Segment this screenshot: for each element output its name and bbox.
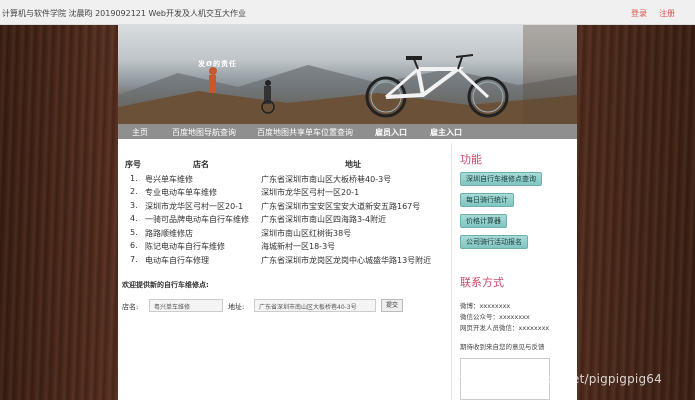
table-row-number: 6.: [130, 241, 138, 250]
repair-shop-query-button[interactable]: 深圳自行车维修点查询: [460, 172, 542, 186]
nav-baidu-map-navigation[interactable]: 百度地图导航查询: [172, 127, 236, 138]
register-link[interactable]: 注册: [659, 8, 675, 19]
watermark-text: https://blog.csdn.net/pigpigpig64: [456, 372, 662, 386]
shop-name-input[interactable]: 粤兴单车维修: [149, 299, 223, 312]
content-area: 序号 店名 地址 1. 粤兴单车维修 广东省深圳市南山区大板桥巷40-3号 2.…: [118, 139, 577, 400]
table-row-name: 陈记电动车自行车维修: [145, 242, 225, 251]
contact-weibo: 微博：xxxxxxxx: [460, 302, 511, 310]
banner-slogan: 发Ø的责任: [198, 60, 237, 68]
table-row-address: 广东省深圳市南山区大板桥巷40-3号: [261, 175, 392, 184]
login-link[interactable]: 登录: [631, 8, 647, 19]
table-row-address: 深圳市南山区红树街38号: [261, 229, 352, 238]
table-row-number: 5.: [130, 228, 138, 237]
table-row-address: 深圳市龙华区弓村一区20-1: [261, 188, 360, 197]
function-heading: 功能: [460, 153, 482, 166]
site-info: 计算机与软件学院 沈晨昀 2019092121 Web开发及人机交互大作业: [2, 9, 246, 18]
submit-button[interactable]: 提交: [381, 299, 403, 312]
table-row-address: 广东省深圳市宝安区宝安大道新安五路167号: [261, 202, 421, 211]
banner-image: 发Ø的责任: [118, 25, 577, 124]
nav-employer-entrance[interactable]: 雇主入口: [430, 127, 462, 138]
main-nav: 主页 百度地图导航查询 百度地图共享单车位置查询 雇员入口 雇主入口: [118, 124, 577, 139]
table-row-name: 粤兴单车维修: [145, 175, 193, 184]
table-row-address: 广东省深圳市龙岗区龙岗中心城盛华路13号附近: [261, 256, 432, 265]
company-ride-signup-button[interactable]: 公司骑行活动报名: [460, 235, 528, 249]
table-row-address: 广东省深圳市南山区四海路3-4附近: [261, 215, 387, 224]
col-header-shop-name: 店名: [193, 160, 209, 169]
col-header-address: 地址: [345, 160, 361, 169]
table-row-name: 路路顺维修店: [145, 229, 193, 238]
new-shop-form-title: 欢迎提供新的自行车维修点:: [122, 281, 209, 289]
daily-riding-stats-button[interactable]: 每日骑行统计: [460, 193, 514, 207]
nav-employee-entrance[interactable]: 雇员入口: [375, 127, 407, 138]
banner-bicycle-photo: [118, 25, 577, 124]
nav-baidu-map-shared-bike[interactable]: 百度地图共享单车位置查询: [257, 127, 353, 138]
main-column: 序号 店名 地址 1. 粤兴单车维修 广东省深圳市南山区大板桥巷40-3号 2.…: [118, 139, 451, 400]
table-row-number: 2.: [130, 187, 138, 196]
top-bar: 计算机与软件学院 沈晨昀 2019092121 Web开发及人机交互大作业 登录…: [0, 0, 695, 25]
table-row-number: 1.: [130, 174, 138, 183]
contact-heading: 联系方式: [460, 276, 504, 289]
table-row-name: 一骑可品牌电动车自行车维修: [145, 215, 249, 224]
shop-address-input[interactable]: 广东省深圳市南山区大板桥巷40-3号: [254, 299, 376, 312]
col-header-number: 序号: [125, 160, 141, 169]
table-row-name: 深圳市龙华区弓村一区20-1: [145, 202, 244, 211]
table-row-address: 海城新村一区18-3号: [261, 242, 336, 251]
feedback-prompt: 期待收到来自您的意见与反馈: [460, 343, 545, 351]
table-row-number: 3.: [130, 201, 138, 210]
table-row-name: 专业电动车单车维修: [145, 188, 217, 197]
contact-wechat: 微信公众号：xxxxxxxx: [460, 313, 530, 321]
shop-address-label: 地址:: [228, 303, 245, 311]
nav-home[interactable]: 主页: [132, 127, 148, 138]
contact-developer-wechat: 网页开发人员微信：xxxxxxxx: [460, 324, 550, 332]
table-row-number: 7.: [130, 255, 138, 264]
sidebar: 功能 深圳自行车维修点查询 每日骑行统计 价格计算器 公司骑行活动报名 联系方式…: [452, 139, 577, 400]
price-calculator-button[interactable]: 价格计算器: [460, 214, 507, 228]
shop-name-label: 店名:: [122, 303, 139, 311]
table-row-name: 电动车自行车修理: [145, 256, 209, 265]
table-row-number: 4.: [130, 214, 138, 223]
